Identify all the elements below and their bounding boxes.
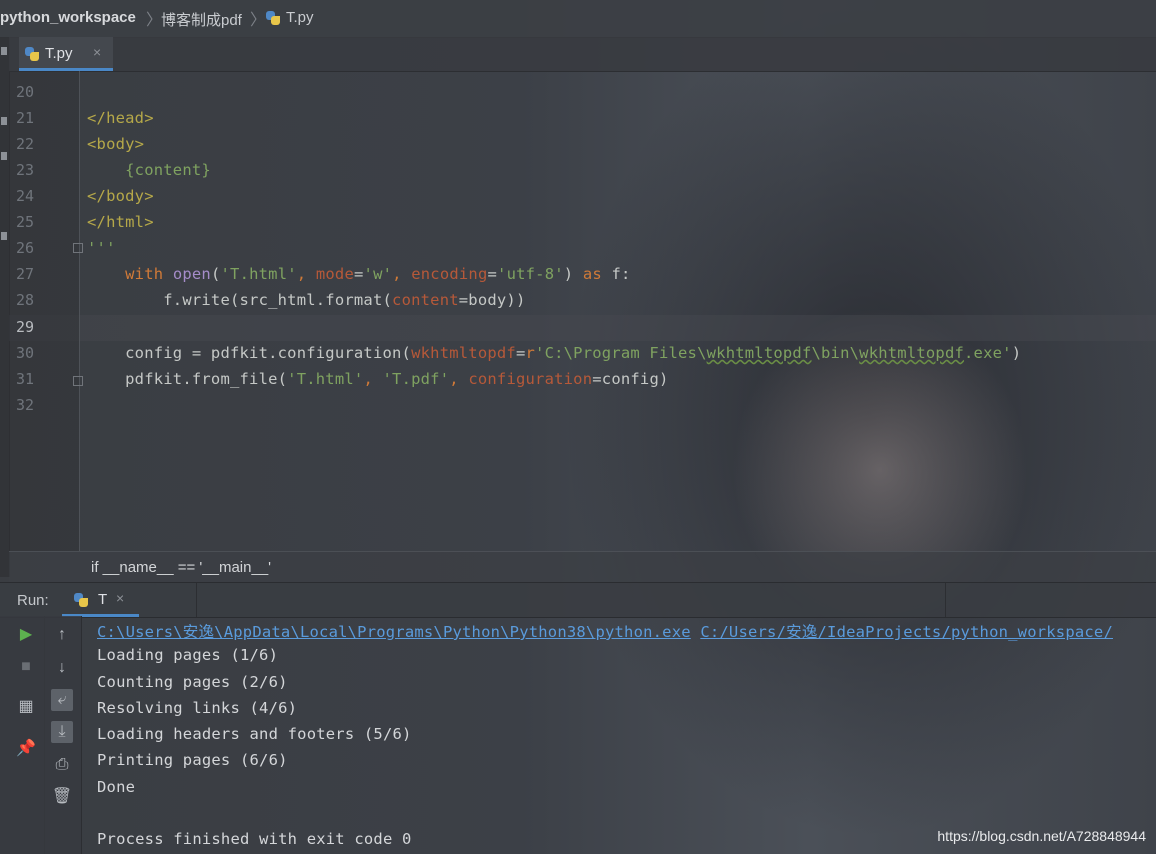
breadcrumb-separator: 〉 [146, 12, 163, 29]
fold-marker-icon[interactable] [73, 376, 83, 386]
line-number: 20 [16, 83, 35, 101]
project-tool-marker [1, 47, 7, 55]
editor-tab-bar: T.py × [9, 37, 1156, 72]
rerun-icon[interactable]: ▶ [15, 624, 37, 646]
code-line-24: </body> [87, 187, 154, 205]
python-exe-link[interactable]: C:\Users\安逸\AppData\Local\Programs\Pytho… [97, 623, 691, 641]
scope-breadcrumb[interactable]: if __name__ == '__main__' [9, 551, 1156, 583]
line-number: 25 [16, 213, 35, 231]
code-line-25: </html> [87, 213, 154, 231]
run-toolbar-left: ▶ ■ ▦ 📌 [0, 616, 45, 854]
panel-divider [945, 583, 946, 617]
tab-close-icon[interactable]: × [93, 44, 101, 60]
code-line-26: ''' [87, 239, 116, 257]
run-toolbar-right: ↑ ↓ ⤶ ⤓ ⎙ 🗑 [44, 616, 82, 854]
stop-icon[interactable]: ■ [15, 656, 37, 678]
run-tab-label: T [98, 591, 108, 608]
console-output-line: Printing pages (6/6) [97, 751, 288, 769]
line-number: 22 [16, 135, 35, 153]
run-tab-t[interactable]: T × [62, 583, 139, 617]
pin-icon[interactable]: 📌 [15, 738, 37, 760]
breadcrumb-project[interactable]: python_workspace [0, 9, 136, 26]
ide-window: python_workspace 〉 博客制成pdf 〉 T.py T.py ×… [0, 0, 1156, 854]
layout-icon[interactable]: ▦ [15, 696, 37, 718]
tab-t-py[interactable]: T.py × [19, 37, 113, 71]
line-number: 26 [16, 239, 35, 257]
watermark: https://blog.csdn.net/A728848944 [937, 828, 1146, 844]
console-output-line: Resolving links (4/6) [97, 699, 298, 717]
console-output-line: Loading pages (1/6) [97, 646, 279, 664]
python-run-icon [74, 593, 88, 607]
code-line-30: config = pdfkit.configuration(wkhtmltopd… [87, 344, 1022, 362]
breadcrumb-folder[interactable]: 博客制成pdf [161, 9, 242, 30]
console-output-line: Loading headers and footers (5/6) [97, 725, 412, 743]
code-line-27: with open('T.html', mode='w', encoding='… [125, 265, 631, 283]
breadcrumb-separator: 〉 [250, 12, 267, 29]
scroll-to-end-icon[interactable]: ⤓ [51, 721, 73, 743]
line-number: 23 [16, 161, 35, 179]
favorites-tool-marker [1, 232, 7, 240]
run-panel-header: Run: T × [0, 582, 1156, 618]
line-number: 32 [16, 396, 35, 414]
line-number: 24 [16, 187, 35, 205]
current-line-highlight [9, 315, 1156, 341]
tab-label: T.py [45, 45, 73, 62]
line-number: 28 [16, 291, 35, 309]
line-number: 27 [16, 265, 35, 283]
run-tab-close-icon[interactable]: × [116, 590, 124, 606]
code-editor[interactable]: 20 21 22 23 24 25 26 27 28 29 30 31 32 <… [9, 71, 1156, 551]
scope-breadcrumb-label: if __name__ == '__main__' [91, 559, 272, 576]
structure-tool-marker [1, 152, 7, 160]
line-number-gutter: 20 21 22 23 24 25 26 27 28 29 30 31 32 [9, 71, 83, 551]
down-arrow-icon[interactable]: ↓ [51, 657, 73, 679]
code-line-23: {content} [125, 161, 211, 179]
trash-icon[interactable]: 🗑 [51, 786, 73, 808]
run-panel-label: Run: [17, 592, 49, 609]
code-line-22: <body> [87, 135, 145, 153]
code-line-21: </head> [87, 109, 154, 127]
structure-tool-marker [1, 117, 7, 125]
code-line-31: pdfkit.from_file('T.html', 'T.pdf', conf… [87, 370, 669, 388]
navigation-breadcrumb: python_workspace 〉 博客制成pdf 〉 T.py [0, 0, 1156, 38]
python-file-icon [266, 11, 280, 25]
panel-divider [196, 583, 197, 617]
console-output-line: Counting pages (2/6) [97, 673, 288, 691]
python-file-icon [25, 47, 39, 61]
console-output-line: Done [97, 778, 136, 796]
console-command-line: C:\Users\安逸\AppData\Local\Programs\Pytho… [97, 620, 1113, 642]
print-icon[interactable]: ⎙ [51, 754, 73, 776]
line-number: 31 [16, 370, 35, 388]
up-arrow-icon[interactable]: ↑ [51, 624, 73, 646]
breadcrumb-file[interactable]: T.py [286, 9, 314, 26]
code-line-28: f.write(src_html.format(content=body)) [87, 291, 526, 309]
console-exit-line: Process finished with exit code 0 [97, 830, 412, 848]
line-number: 30 [16, 344, 35, 362]
fold-marker-icon[interactable] [73, 243, 83, 253]
soft-wrap-icon[interactable]: ⤶ [51, 689, 73, 711]
script-path-link[interactable]: C:/Users/安逸/IdeaProjects/python_workspac… [700, 623, 1113, 641]
line-number-current: 29 [16, 318, 35, 336]
line-number: 21 [16, 109, 35, 127]
